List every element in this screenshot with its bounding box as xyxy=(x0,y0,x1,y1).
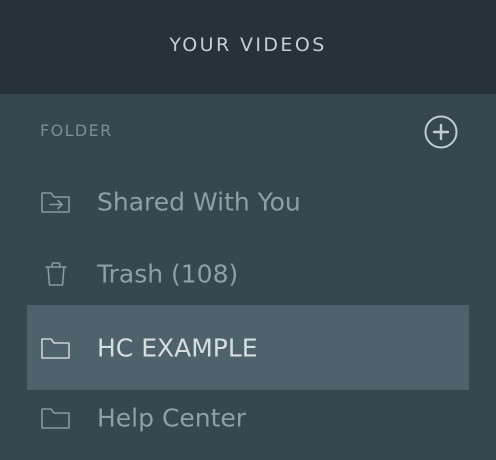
folder-item-trash[interactable]: Trash (108) xyxy=(27,239,469,309)
shared-folder-icon xyxy=(40,186,72,218)
folder-item-label: Shared With You xyxy=(97,187,301,217)
plus-circle-icon xyxy=(424,115,458,149)
add-folder-button[interactable] xyxy=(424,115,458,149)
folder-item-label: Help Center xyxy=(97,403,247,433)
folder-item-shared-with-you[interactable]: Shared With You xyxy=(27,167,469,237)
folder-section-header: FOLDER xyxy=(40,115,458,149)
folder-item-label: Trash (108) xyxy=(97,259,239,289)
folder-item-hc-example[interactable]: HC EXAMPLE xyxy=(27,305,469,390)
folder-icon xyxy=(40,332,72,364)
trash-icon xyxy=(40,258,72,290)
folder-item-help-center[interactable]: Help Center xyxy=(27,383,469,453)
folder-item-label: HC EXAMPLE xyxy=(97,333,258,362)
videos-sidebar: YOUR VIDEOS FOLDER Shared With You Trash… xyxy=(0,0,496,460)
sidebar-header: YOUR VIDEOS xyxy=(0,0,496,94)
folder-icon xyxy=(40,402,72,434)
folder-section-label: FOLDER xyxy=(40,121,113,140)
header-title: YOUR VIDEOS xyxy=(169,34,327,56)
